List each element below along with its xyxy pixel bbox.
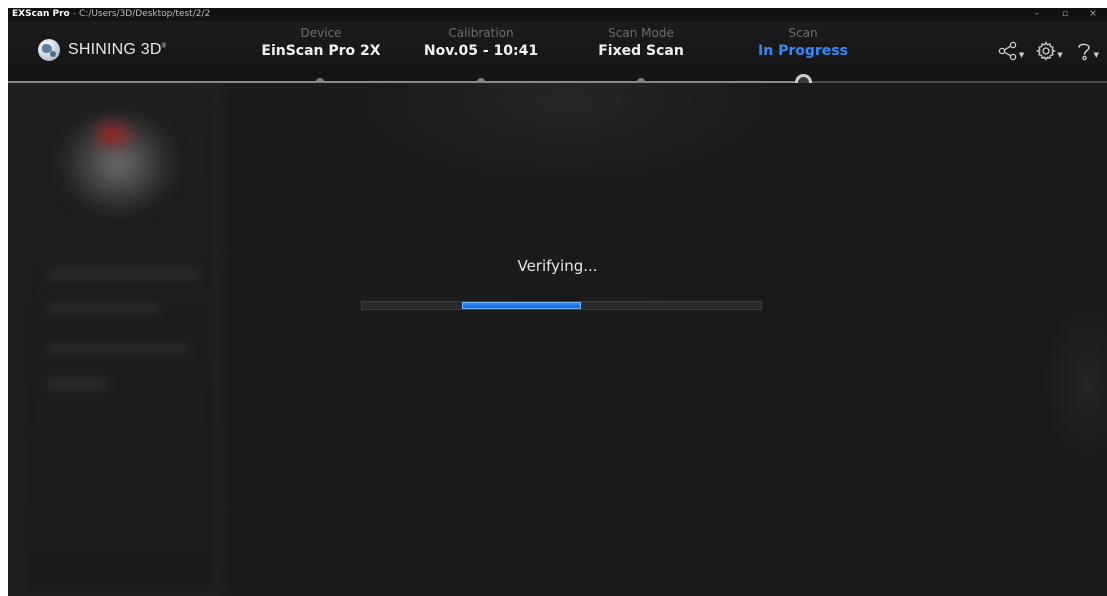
minimize-button[interactable]: – — [1023, 8, 1051, 21]
progress-indicator — [461, 302, 582, 309]
registered-mark: ® — [161, 43, 167, 50]
blurred-row — [48, 303, 158, 315]
step-calibration[interactable]: Calibration Nov.05 - 10:41 — [401, 26, 561, 61]
blurred-preview-highlight — [96, 123, 130, 147]
scan-workspace: Verifying... — [8, 83, 1107, 596]
blurred-row — [48, 378, 108, 390]
app-name: EXScan Pro — [12, 9, 70, 19]
step-value: Fixed Scan — [598, 43, 684, 59]
step-label: Calibration — [448, 26, 514, 40]
title-bar: EXScan Pro - C:/Users/3D/Desktop/test/2/2 … — [8, 8, 1107, 21]
share-menu-button[interactable]: ▼ — [998, 41, 1024, 61]
chevron-down-icon: ▼ — [1057, 51, 1063, 59]
blurred-preview-thumbnail — [48, 98, 198, 238]
app-window: EXScan Pro - C:/Users/3D/Desktop/test/2/2 … — [8, 8, 1107, 596]
brand-logo: SHINING 3D® — [38, 39, 166, 61]
chevron-down-icon: ▼ — [1093, 51, 1099, 59]
gear-icon — [1036, 41, 1057, 61]
verifying-status: Verifying... — [517, 257, 598, 275]
help-icon — [1077, 43, 1090, 61]
restore-button[interactable]: ▫ — [1051, 8, 1079, 21]
step-label: Scan — [788, 26, 818, 40]
blurred-row — [48, 343, 188, 355]
settings-menu-button[interactable]: ▼ — [1036, 41, 1063, 61]
step-value: In Progress — [758, 43, 848, 59]
window-controls: – ▫ × — [1023, 8, 1107, 21]
step-scan-mode[interactable]: Scan Mode Fixed Scan — [561, 26, 721, 61]
header-tools: ▼ ▼ ▼ — [998, 41, 1099, 61]
globe-icon — [38, 39, 60, 61]
title-separator: - — [72, 9, 76, 19]
progress-bar — [361, 301, 762, 310]
share-icon — [998, 41, 1017, 61]
close-button[interactable]: × — [1079, 8, 1107, 21]
project-path: C:/Users/3D/Desktop/test/2/2 — [79, 9, 211, 19]
chevron-down-icon: ▼ — [1018, 51, 1025, 59]
workflow-header: SHINING 3D® Device EinScan Pro 2X Calibr… — [8, 21, 1107, 91]
step-device[interactable]: Device EinScan Pro 2X — [241, 26, 401, 61]
step-value: EinScan Pro 2X — [261, 43, 381, 59]
step-label: Device — [300, 26, 342, 40]
logo-text: SHINING 3D® — [68, 41, 166, 59]
step-scan[interactable]: Scan In Progress — [723, 26, 883, 61]
logo-wordmark: SHINING 3D — [68, 41, 162, 58]
help-menu-button[interactable]: ▼ — [1075, 41, 1099, 61]
step-value: Nov.05 - 10:41 — [423, 43, 539, 59]
step-label: Scan Mode — [608, 26, 674, 40]
